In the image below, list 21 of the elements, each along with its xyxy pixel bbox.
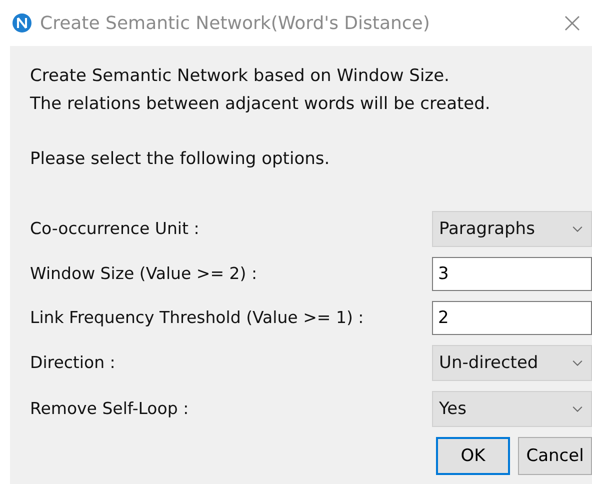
app-logo-icon <box>12 13 32 33</box>
option-label: Link Frequency Threshold (Value >= 1) : <box>30 307 365 329</box>
input-field[interactable]: 3 <box>432 257 592 291</box>
dropdown[interactable]: Yes <box>432 391 592 427</box>
chevron-icon <box>572 406 583 412</box>
input-field[interactable]: 2 <box>432 301 592 335</box>
description-text: Create Semantic Network based on Window Size. <box>30 65 450 88</box>
dropdown[interactable]: Un-directed <box>432 345 592 381</box>
option-label: Co-occurrence Unit : <box>30 218 200 240</box>
instruction-text: Please select the following options. <box>30 148 331 171</box>
description-text: The relations between adjacent words will be created. <box>30 93 492 116</box>
chevron-icon <box>572 226 583 232</box>
window-title: Create Semantic Network(Word's Distance) <box>40 12 431 34</box>
option-label: Window Size (Value >= 2) : <box>30 263 258 285</box>
option-label: Remove Self-Loop : <box>30 398 190 420</box>
option-label: Direction : <box>30 352 116 374</box>
dropdown[interactable]: Paragraphs <box>432 211 592 247</box>
dialog-button[interactable]: Cancel <box>518 437 592 475</box>
close-button[interactable]: × <box>560 9 584 37</box>
dialog-button[interactable]: OK <box>436 437 510 475</box>
chevron-icon <box>572 360 583 366</box>
